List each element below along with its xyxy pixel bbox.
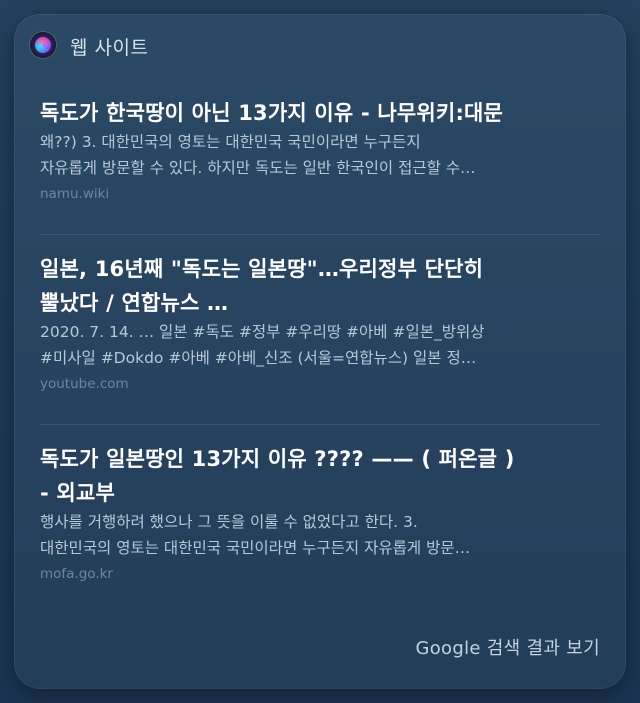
- google-search-results-link[interactable]: Google 검색 결과 보기: [416, 634, 601, 660]
- result-title-line: 독도가 한국땅이 아닌 13가지 이유 - 나무위키:대문: [40, 101, 504, 125]
- result-snippet-line: 2020. 7. 14. … 일본 #독도 #정부 #우리땅 #아베 #일본_방…: [40, 323, 485, 341]
- result-snippet-line: #미사일 #Dokdo #아베 #아베_신조 (서울=연합뉴스) 일본 정…: [40, 349, 477, 367]
- result-domain: mofa.go.kr: [40, 566, 113, 582]
- search-result-2[interactable]: 일본, 16년째 "독도는 일본땅"…우리정부 단단히 뿔났다 / 연합뉴스 ……: [40, 252, 606, 392]
- result-domain: youtube.com: [40, 376, 129, 392]
- siri-web-results-card: 웹 사이트 독도가 한국땅이 아닌 13가지 이유 - 나무위키:대문 왜??)…: [14, 14, 626, 689]
- result-title-line: 독도가 일본땅인 13가지 이유 ???? —— ( 퍼온글 ): [40, 447, 515, 471]
- result-snippet-line: 대한민국의 영토는 대한민국 국민이라면 누구든지 자유롭게 방문…: [40, 539, 471, 557]
- result-snippet-line: 행사를 거행하려 했으나 그 뜻을 이룰 수 없었다고 한다. 3.: [40, 513, 418, 531]
- siri-icon: [30, 32, 56, 58]
- result-title[interactable]: 독도가 일본땅인 13가지 이유 ???? —— ( 퍼온글 ) - 외교부: [40, 442, 606, 510]
- result-snippet-line: 자유롭게 방문할 수 있다. 하지만 독도는 일반 한국인이 접근할 수…: [40, 159, 476, 177]
- divider: [40, 424, 600, 425]
- divider: [40, 234, 600, 235]
- result-snippet-line: 왜??) 3. 대한민국의 영토는 대한민국 국민이라면 누구든지: [40, 133, 421, 151]
- search-result-1[interactable]: 독도가 한국땅이 아닌 13가지 이유 - 나무위키:대문 왜??) 3. 대한…: [40, 96, 606, 202]
- search-result-3[interactable]: 독도가 일본땅인 13가지 이유 ???? —— ( 퍼온글 ) - 외교부 행…: [40, 442, 606, 582]
- card-header: 웹 사이트: [14, 14, 626, 78]
- result-title[interactable]: 일본, 16년째 "독도는 일본땅"…우리정부 단단히 뿔났다 / 연합뉴스 …: [40, 252, 606, 320]
- result-title[interactable]: 독도가 한국땅이 아닌 13가지 이유 - 나무위키:대문: [40, 96, 606, 130]
- result-domain: namu.wiki: [40, 186, 110, 202]
- result-title-line: 뿔났다 / 연합뉴스 …: [40, 291, 229, 315]
- result-title-line: 일본, 16년째 "독도는 일본땅"…우리정부 단단히: [40, 257, 484, 281]
- section-title: 웹 사이트: [70, 37, 149, 59]
- result-title-line: - 외교부: [40, 481, 115, 505]
